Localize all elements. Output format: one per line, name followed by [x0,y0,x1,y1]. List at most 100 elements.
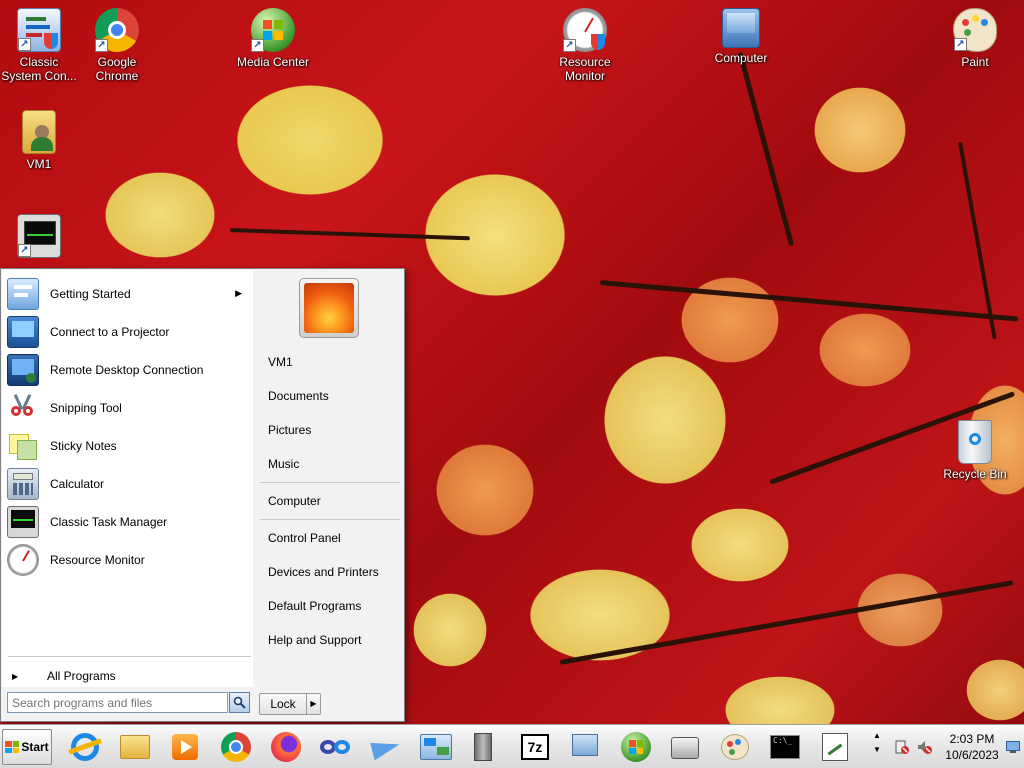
place-label: Pictures [268,423,312,437]
taskbar-file-explorer[interactable] [118,731,152,763]
places-divider [260,519,400,520]
taskbar-fax[interactable] [668,731,702,763]
media-center-icon: ↗ [251,8,295,52]
taskbar-chrome[interactable] [218,731,252,763]
start-item-label: Connect to a Projector [50,325,170,339]
recycle-bin-icon [958,420,992,464]
desktop-icon-classic-system-control[interactable]: ↗ Classic System Con... [0,8,78,83]
start-item-resource-monitor[interactable]: Resource Monitor [7,543,249,577]
place-computer[interactable]: Computer [260,489,398,513]
desktop-icon-computer[interactable]: Computer [702,8,780,65]
start-item-label: Remote Desktop Connection [50,363,204,377]
network-icon [420,734,452,760]
start-search-box [7,692,250,715]
place-pictures[interactable]: Pictures [260,418,398,442]
place-label: Default Programs [268,599,362,613]
computer-icon [722,8,760,48]
desktop-icon-vm1[interactable]: VM1 [0,110,78,171]
taskbar-chart-editor[interactable] [818,731,852,763]
clock-date: 10/6/2023 [945,748,999,762]
seven-zip-icon: 7z [521,734,549,760]
place-default-programs[interactable]: Default Programs [260,594,398,618]
desktop-icon-paint[interactable]: ↗ Paint [936,8,1014,69]
calculator-icon [7,468,39,500]
place-documents[interactable]: Documents [260,384,398,408]
resource-monitor-icon [7,544,39,576]
taskbar-infinity-app[interactable] [318,731,352,763]
start-item-sticky-notes[interactable]: Sticky Notes [7,429,249,463]
start-item-label: Calculator [50,477,105,491]
taskbar-internet-explorer[interactable] [68,731,102,763]
desktop-icon-recycle-bin[interactable]: Recycle Bin [936,420,1014,481]
taskbar-seven-zip[interactable]: 7z [518,731,552,763]
place-label: Devices and Printers [268,565,379,579]
all-programs-button[interactable]: ▶ All Programs [8,666,248,686]
server-icon [474,733,492,761]
scroll-up-icon[interactable]: ▲ [868,729,886,743]
taskbar-firefox[interactable] [268,731,302,763]
projector-icon [7,316,39,348]
firefox-icon [271,732,301,762]
start-item-snipping-tool[interactable]: Snipping Tool [7,391,249,425]
start-menu: Getting Started ▶ Connect to a Projector… [0,268,405,722]
place-user-folder[interactable]: VM1 [260,350,398,374]
taskbar-network[interactable] [418,731,452,763]
shutdown-options-arrow-icon[interactable]: ▶ [306,694,320,714]
resource-monitor-icon: ↗ [563,8,607,52]
file-explorer-icon [120,735,150,759]
start-item-label: Sticky Notes [50,439,117,453]
desktop-icon-media-center[interactable]: ↗ Media Center [234,8,312,69]
submenu-arrow-icon: ▶ [235,288,242,298]
search-input[interactable] [7,692,228,713]
start-item-label: Resource Monitor [50,553,145,567]
chrome-icon [221,732,251,762]
taskbar-media-player[interactable] [168,731,202,763]
expand-arrow-icon: ▶ [12,671,19,681]
system-tray: ▲ ▼ 2:03 PM 10/6/2023 [868,727,1024,767]
lock-label: Lock [270,697,296,711]
taskbar-paint[interactable] [718,731,752,763]
taskbar-windows-orb[interactable] [618,731,652,763]
start-button[interactable]: Start [2,729,52,765]
infinity-app-icon [320,740,352,754]
start-item-getting-started[interactable]: Getting Started ▶ [7,277,249,311]
paint-icon: ↗ [953,8,997,52]
scroll-down-icon[interactable]: ▼ [868,743,886,757]
show-desktop-icon[interactable] [1006,741,1020,753]
desktop-icon-task-manager[interactable]: ↗ [0,214,78,261]
place-control-panel[interactable]: Control Panel [260,526,398,550]
start-item-calculator[interactable]: Calculator [7,467,249,501]
place-help-support[interactable]: Help and Support [260,628,398,652]
windows-logo-icon [5,741,20,753]
taskbar-server[interactable] [468,731,502,763]
start-item-remote-desktop[interactable]: Remote Desktop Connection [7,353,249,387]
paint-icon [721,734,749,760]
taskbar-paper-plane[interactable] [368,731,402,763]
search-button[interactable] [229,692,250,713]
search-icon [233,696,246,709]
start-menu-divider [8,656,251,657]
taskbar-command-prompt[interactable]: C:\_ [768,731,802,763]
tray-scroll[interactable]: ▲ ▼ [868,729,886,765]
start-item-connect-projector[interactable]: Connect to a Projector [7,315,249,349]
wallpaper-branch [229,228,470,241]
start-item-classic-task-manager[interactable]: Classic Task Manager [7,505,249,539]
action-center-icon[interactable] [894,739,910,755]
internet-explorer-icon [68,733,102,761]
wallpaper-branch [737,51,795,247]
lock-button[interactable]: Lock ▶ [259,693,321,715]
place-devices-printers[interactable]: Devices and Printers [260,560,398,584]
desktop-icon-google-chrome[interactable]: ↗ Google Chrome [78,8,156,83]
windows-orb-icon [621,732,651,762]
desktop-icon-resource-monitor[interactable]: ↗ Resource Monitor [546,8,624,83]
clock[interactable]: 2:03 PM 10/6/2023 [938,731,1006,763]
place-label: Help and Support [268,633,362,647]
user-avatar[interactable] [299,278,359,338]
taskbar-magnifier[interactable] [568,731,602,763]
volume-muted-icon[interactable] [916,739,932,755]
place-label: Control Panel [268,531,341,545]
wallpaper-branch [559,580,1014,665]
place-music[interactable]: Music [260,452,398,476]
desktop-icon-label: Google Chrome [95,55,139,83]
user-folder-icon [22,110,56,154]
